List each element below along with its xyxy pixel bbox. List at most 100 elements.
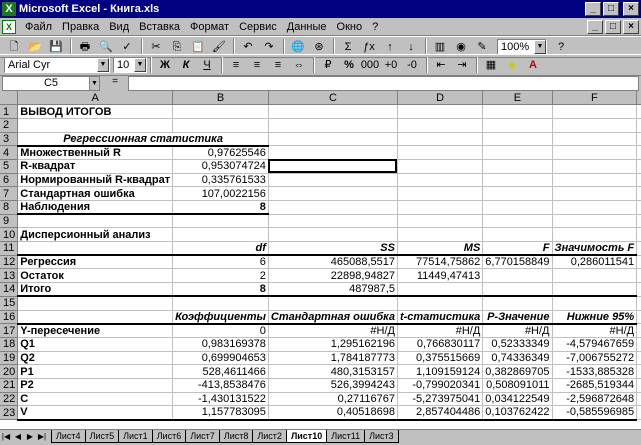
chevron-down-icon[interactable]: ▼: [97, 58, 109, 72]
maximize-button[interactable]: □: [603, 2, 619, 16]
align-right-icon[interactable]: ≡: [268, 56, 288, 74]
cell-b8[interactable]: 8: [172, 200, 269, 216]
cell-g13[interactable]: [636, 268, 641, 284]
cell-g2[interactable]: [636, 118, 641, 133]
cell-f12[interactable]: 0,286011541: [552, 255, 638, 270]
cell-e6[interactable]: [482, 173, 553, 188]
cell-e4[interactable]: [482, 145, 553, 160]
row-header[interactable]: 19: [0, 351, 19, 366]
cell-c15[interactable]: [268, 296, 398, 311]
zoom-select[interactable]: 100% ▼: [497, 39, 547, 55]
cell-g19[interactable]: [636, 351, 641, 366]
row-header[interactable]: 17: [0, 323, 19, 338]
cell-a17[interactable]: Y-пересечение: [17, 323, 174, 338]
cell-c19[interactable]: 1,784187773: [268, 351, 398, 366]
cell-e16[interactable]: P-Значение: [482, 310, 553, 325]
cell-d2[interactable]: [397, 118, 484, 133]
cell-b16[interactable]: Коэффициенты: [172, 310, 269, 325]
sheet-tab[interactable]: Лист4: [51, 430, 86, 443]
name-box[interactable]: C5 ▼: [2, 75, 100, 91]
sheet-tab[interactable]: Лист6: [151, 430, 187, 443]
sheet-tab[interactable]: Лист5: [84, 430, 120, 443]
cell-c22[interactable]: 0,27116767: [268, 392, 398, 407]
cell-f7[interactable]: [552, 186, 638, 201]
cell-a11[interactable]: [17, 241, 174, 257]
cell-a21[interactable]: P2: [17, 378, 174, 393]
menu-view[interactable]: Вид: [104, 21, 134, 33]
sheet-tab[interactable]: Лист10: [285, 430, 328, 443]
row-header[interactable]: 12: [0, 255, 19, 270]
cell-f16[interactable]: Нижние 95%: [552, 310, 638, 325]
menu-insert[interactable]: Вставка: [134, 21, 185, 33]
menu-window[interactable]: Окно: [332, 21, 368, 33]
cell-f19[interactable]: -7,006755272: [552, 351, 638, 366]
cell-b5[interactable]: 0,953074724: [172, 159, 269, 174]
chevron-down-icon[interactable]: ▼: [134, 58, 146, 72]
doc-minimize-button[interactable]: _: [587, 19, 603, 34]
first-sheet-icon[interactable]: |◀: [0, 430, 12, 443]
select-all-corner[interactable]: [0, 91, 19, 106]
cell-a9[interactable]: [17, 214, 174, 229]
cell-f15[interactable]: [552, 296, 638, 311]
cell-g16[interactable]: [636, 310, 641, 325]
cell-f9[interactable]: [552, 214, 638, 229]
row-header[interactable]: 16: [0, 310, 19, 325]
cell-a23[interactable]: V: [17, 405, 174, 421]
cell-f18[interactable]: -4,579467659: [552, 337, 638, 352]
cell-f4[interactable]: [552, 145, 638, 160]
cell-g14[interactable]: [636, 282, 641, 297]
cell-b19[interactable]: 0,699904653: [172, 351, 269, 366]
column-header-g[interactable]: [636, 91, 641, 106]
cell-a8[interactable]: Наблюдения: [17, 200, 174, 216]
sheet-tab[interactable]: Лист8: [218, 430, 254, 443]
workbook-icon[interactable]: X: [2, 19, 16, 34]
cell-b17[interactable]: 0: [172, 323, 269, 338]
menu-edit[interactable]: Правка: [57, 21, 104, 33]
cell-e18[interactable]: 0,52333349: [482, 337, 553, 352]
cell-b18[interactable]: 0,983169378: [172, 337, 269, 352]
cell-e10[interactable]: [482, 227, 553, 243]
cell-e23[interactable]: 0,103762422: [482, 405, 553, 421]
cell-a13[interactable]: Остаток: [17, 268, 174, 284]
currency-icon[interactable]: ₽: [318, 56, 338, 74]
column-header-f[interactable]: F: [552, 91, 638, 106]
minimize-button[interactable]: _: [585, 2, 601, 16]
cell-d17[interactable]: #Н/Д: [397, 323, 484, 338]
row-header[interactable]: 1: [0, 104, 19, 119]
cell-b9[interactable]: [172, 214, 269, 229]
cell-g7[interactable]: [636, 186, 641, 201]
cell-b4[interactable]: 0,97625546: [172, 145, 269, 160]
cell-a12[interactable]: Регрессия: [17, 255, 174, 270]
row-header[interactable]: 9: [0, 214, 19, 229]
cell-d4[interactable]: [397, 145, 484, 160]
row-header[interactable]: 14: [0, 282, 19, 297]
cell-f8[interactable]: [552, 200, 638, 215]
cell-f13[interactable]: [552, 268, 638, 284]
cell-b23[interactable]: 1,157783095: [172, 405, 269, 421]
cell-d6[interactable]: [397, 173, 484, 188]
sheet-tab[interactable]: Лист1: [118, 430, 153, 443]
row-header[interactable]: 23: [0, 405, 19, 420]
cell-a19[interactable]: Q2: [17, 351, 174, 366]
sheet-tab[interactable]: Лист3: [364, 430, 399, 443]
cell-d13[interactable]: 11449,47413: [397, 268, 484, 284]
cell-e7[interactable]: [482, 186, 553, 201]
menu-help[interactable]: ?: [367, 21, 383, 33]
row-header[interactable]: 15: [0, 296, 19, 311]
cell-g18[interactable]: [636, 337, 641, 352]
cell-f10[interactable]: [552, 227, 638, 243]
cell-c17[interactable]: #Н/Д: [268, 323, 398, 338]
cell-c2[interactable]: [268, 118, 398, 133]
cell-c4[interactable]: [268, 145, 398, 160]
increase-indent-icon[interactable]: ⇥: [452, 56, 472, 74]
cell-a15[interactable]: [17, 296, 174, 311]
cell-e13[interactable]: [482, 268, 553, 284]
borders-icon[interactable]: ▦: [481, 56, 501, 74]
cell-g3[interactable]: [636, 132, 641, 147]
cell-f21[interactable]: -2685,519344: [552, 378, 638, 393]
formula-input[interactable]: [128, 75, 639, 91]
font-size-select[interactable]: 10 ▼: [113, 57, 147, 73]
cell-c13[interactable]: 22898,94827: [268, 268, 398, 284]
column-header-b[interactable]: B: [172, 91, 269, 106]
row-header[interactable]: 18: [0, 337, 19, 352]
